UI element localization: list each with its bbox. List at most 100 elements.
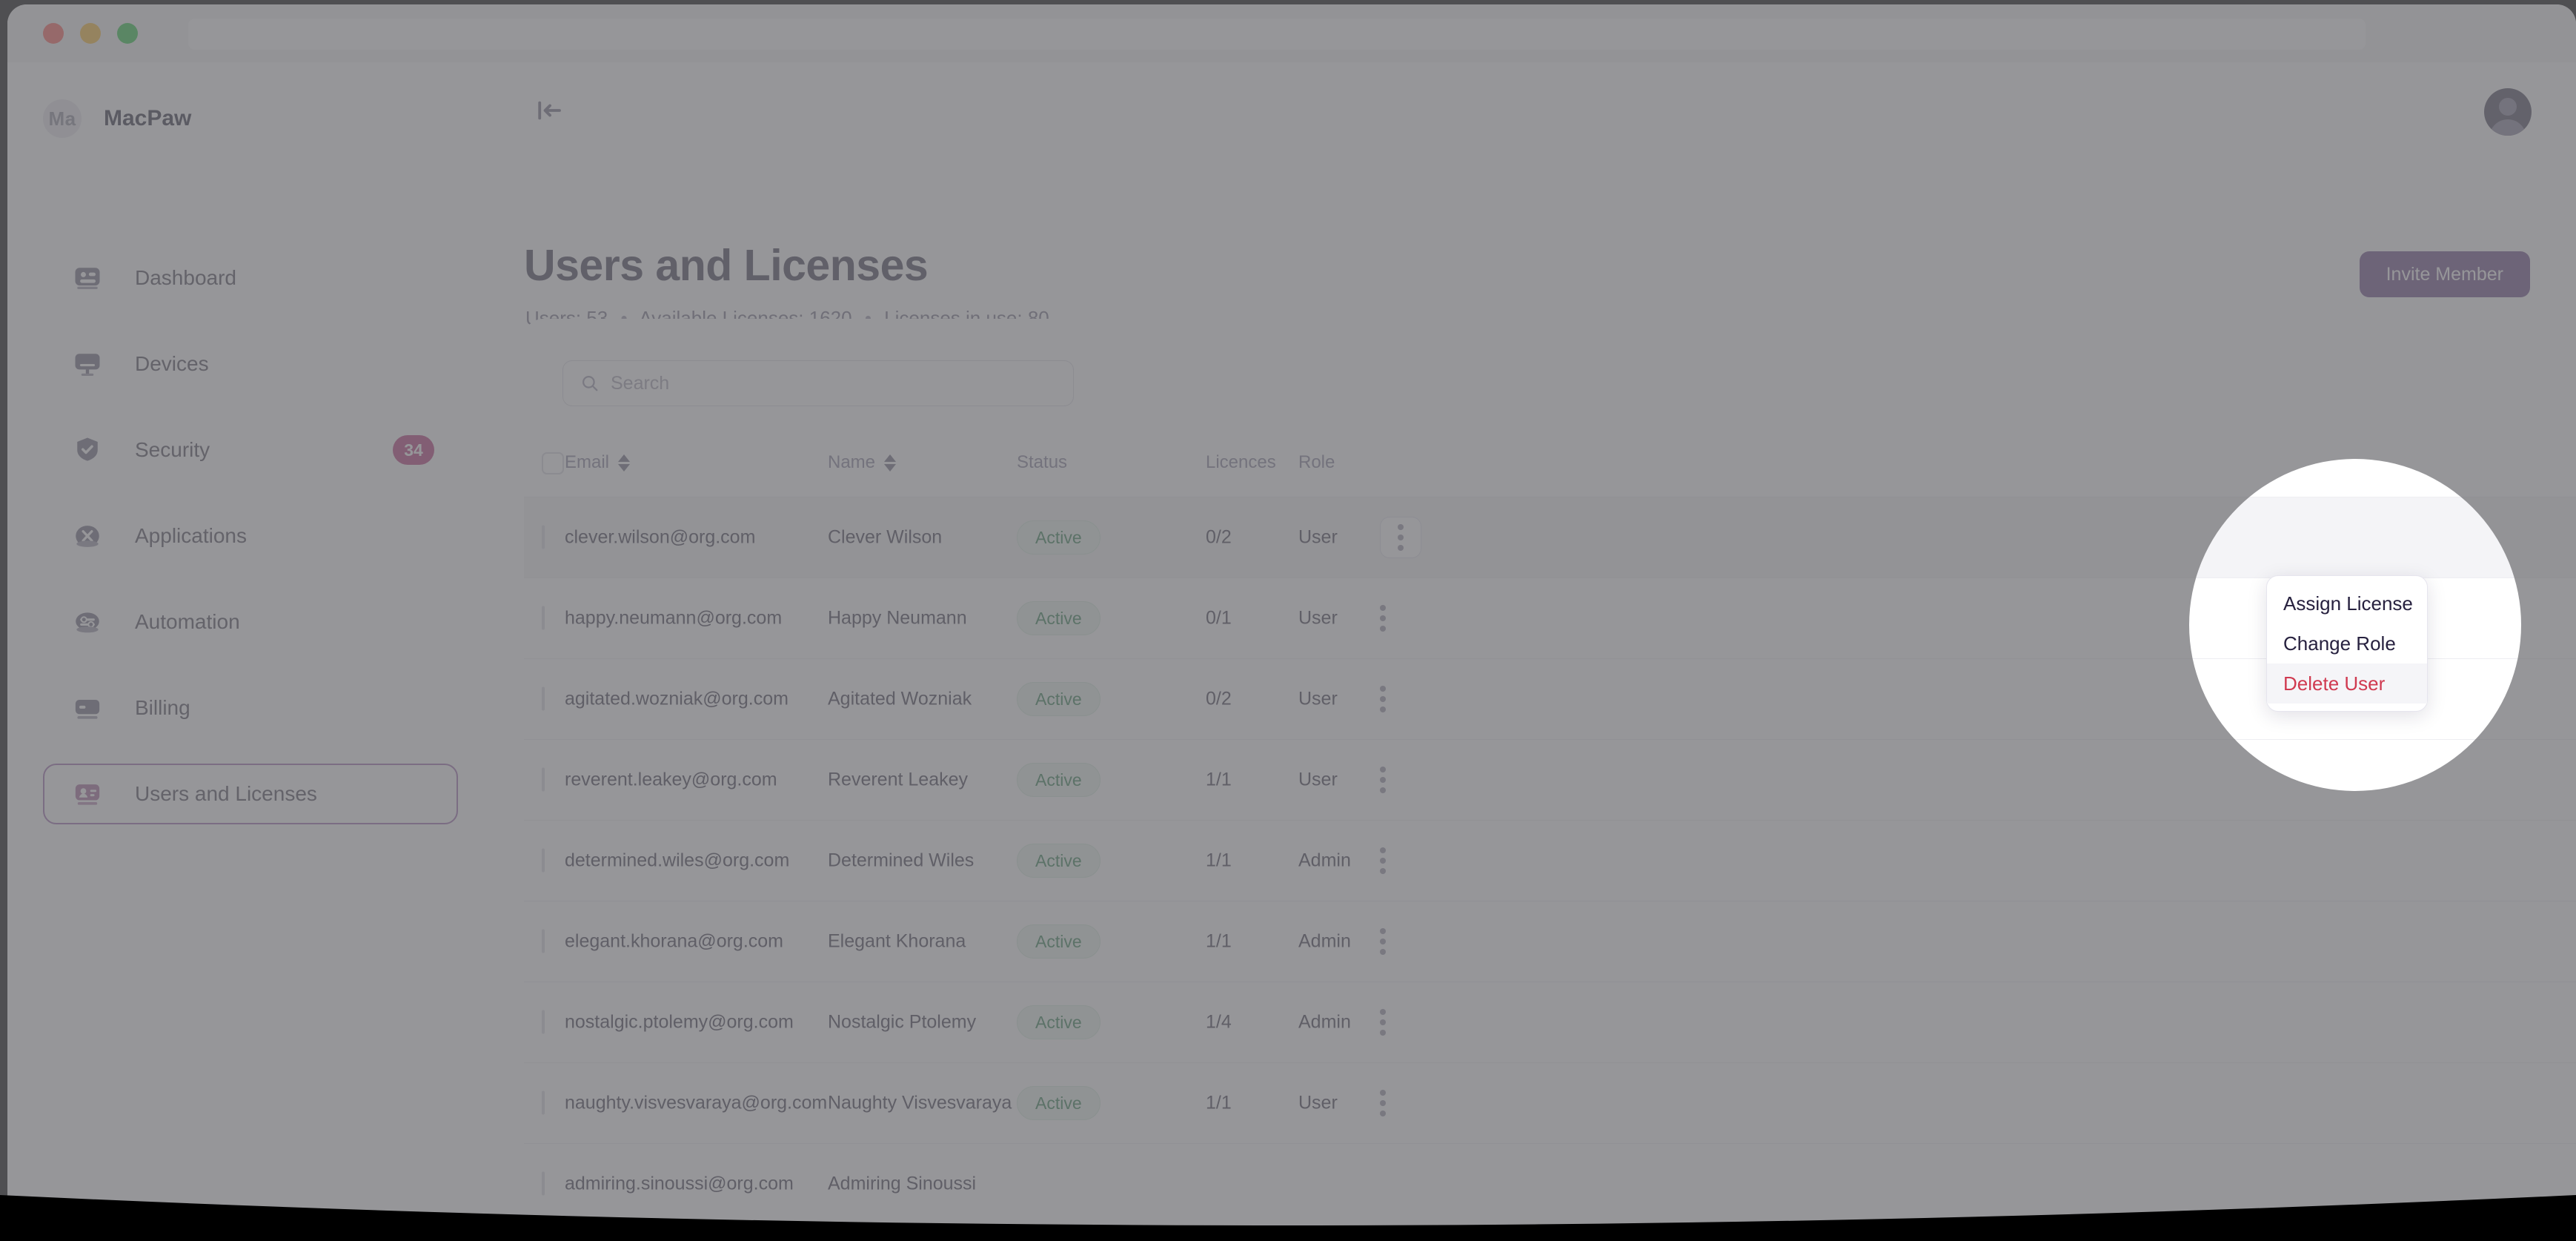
column-label: Licences (1206, 452, 1276, 472)
cell-name: Happy Neumann (828, 607, 967, 629)
status-badge: Active (1017, 1086, 1101, 1120)
cell-name: Naughty Visvesvaraya (828, 1092, 1012, 1113)
cell-name: Elegant Khorana (828, 930, 966, 952)
page-title: Users and Licenses (524, 241, 929, 290)
sidebar-item-label: Applications (135, 524, 247, 547)
table-row[interactable]: clever.wilson@org.com Clever Wilson Active… (524, 497, 2576, 578)
table-header-row: Email Name Status Licences Role (524, 452, 2576, 497)
cell-actions (1380, 605, 1386, 632)
cell-actions (1380, 928, 1386, 955)
traffic-lights (43, 23, 138, 44)
kebab-icon[interactable] (1380, 605, 1386, 632)
close-window-button[interactable] (43, 23, 64, 44)
cell-email: agitated.wozniak@org.com (565, 688, 789, 709)
sidebar-item-users-and-licenses[interactable]: Users and Licenses (43, 764, 458, 824)
cell-licences: 1/1 (1206, 769, 1232, 790)
column-header-licences: Licences (1206, 452, 1276, 473)
cell-email: reverent.leakey@org.com (565, 769, 777, 790)
apps-icon (70, 518, 105, 554)
address-bar[interactable] (188, 19, 2366, 50)
kebab-icon[interactable] (1380, 1009, 1386, 1036)
row-checkbox[interactable] (542, 767, 545, 792)
cell-status: Active (1017, 763, 1101, 797)
status-badge: Active (1017, 1005, 1101, 1039)
row-checkbox[interactable] (542, 525, 545, 549)
select-all-checkbox[interactable] (542, 452, 564, 474)
cell-name: Determined Wiles (828, 850, 975, 871)
sidebar-item-label: Dashboard (135, 266, 236, 289)
kebab-icon[interactable] (1380, 767, 1386, 793)
status-badge: Active (1017, 924, 1101, 959)
user-avatar-icon[interactable] (2484, 88, 2532, 136)
row-checkbox[interactable] (542, 929, 545, 953)
row-checkbox[interactable] (542, 686, 545, 711)
collapse-sidebar-icon[interactable] (527, 88, 571, 133)
table-row[interactable]: nostalgic.ptolemy@org.com Nostalgic Ptole… (524, 982, 2576, 1062)
brand[interactable]: Ma MacPaw (43, 99, 191, 138)
sidebar-item-billing[interactable]: Billing (43, 678, 458, 738)
cell-status: Active (1017, 682, 1101, 716)
users-table-card: Email Name Status Licences (524, 319, 2576, 1235)
minimize-window-button[interactable] (80, 23, 101, 44)
cell-role: User (1298, 526, 1338, 548)
brand-avatar: Ma (43, 99, 82, 138)
sidebar-item-automation[interactable]: Automation (43, 592, 458, 652)
invite-member-button[interactable]: Invite Member (2359, 251, 2530, 297)
status-badge: Active (1017, 763, 1101, 797)
column-label: Name (828, 452, 876, 472)
cell-licences: 0/2 (1206, 688, 1232, 709)
app-root: Ma MacPaw Dashboard Devices Security 34 … (7, 62, 2576, 1235)
cell-role: User (1298, 769, 1338, 790)
search-input[interactable] (611, 372, 1073, 394)
search-field[interactable] (562, 360, 1074, 406)
kebab-icon[interactable] (1380, 1090, 1386, 1116)
sidebar-item-label: Security (135, 438, 210, 461)
row-actions-button[interactable] (1380, 517, 1421, 558)
checkbox-box (542, 606, 545, 630)
cell-email: determined.wiles@org.com (565, 850, 790, 871)
avatar-body (2489, 119, 2526, 136)
kebab-icon[interactable] (1380, 847, 1386, 874)
row-checkbox[interactable] (542, 606, 545, 630)
status-badge: Active (1017, 601, 1101, 635)
cell-licences: 0/1 (1206, 607, 1232, 629)
cell-email: admiring.sinoussi@org.com (565, 1173, 794, 1194)
sidebar-item-label: Devices (135, 352, 209, 375)
sidebar-item-applications[interactable]: Applications (43, 506, 458, 566)
cell-status: Active (1017, 1086, 1101, 1120)
menu-item-change-role[interactable]: Change Role (2267, 623, 2427, 663)
row-checkbox[interactable] (542, 1010, 545, 1034)
shield-icon (70, 432, 105, 468)
automation-icon (70, 604, 105, 640)
column-header-email[interactable]: Email (565, 452, 631, 473)
sidebar-item-devices[interactable]: Devices (43, 334, 458, 394)
cell-actions (1380, 686, 1386, 712)
cell-role: User (1298, 1092, 1338, 1113)
column-header-status: Status (1017, 452, 1067, 473)
cell-actions (1380, 1090, 1386, 1116)
cell-actions (1380, 767, 1386, 793)
kebab-icon[interactable] (1380, 686, 1386, 712)
cell-name: Nostalgic Ptolemy (828, 1011, 977, 1033)
sidebar-item-security[interactable]: Security 34 (43, 420, 458, 480)
column-header-name[interactable]: Name (828, 452, 897, 473)
sidebar-item-label: Users and Licenses (135, 782, 317, 805)
table-row[interactable]: naughty.visvesvaraya@org.com Naughty Visv… (524, 1062, 2576, 1143)
table-row[interactable]: admiring.sinoussi@org.com Admiring Sinous… (524, 1143, 2576, 1224)
row-checkbox[interactable] (542, 1171, 545, 1196)
cell-status: Active (1017, 844, 1101, 878)
row-checkbox[interactable] (542, 848, 545, 873)
kebab-icon (1398, 524, 1404, 551)
table-row[interactable]: reverent.leakey@org.com Reverent Leakey Ac… (524, 739, 2576, 820)
users-icon (70, 776, 105, 812)
checkbox-box (542, 848, 545, 873)
status-badge: Active (1017, 520, 1101, 555)
kebab-icon[interactable] (1380, 928, 1386, 955)
sidebar-item-dashboard[interactable]: Dashboard (43, 248, 458, 308)
table-row[interactable]: determined.wiles@org.com Determined Wiles… (524, 820, 2576, 901)
row-checkbox[interactable] (542, 1091, 545, 1115)
menu-item-assign-license[interactable]: Assign License (2267, 583, 2427, 623)
menu-item-delete-user[interactable]: Delete User (2267, 663, 2427, 704)
table-row[interactable]: elegant.khorana@org.com Elegant Khorana Ac… (524, 901, 2576, 982)
maximize-window-button[interactable] (117, 23, 138, 44)
